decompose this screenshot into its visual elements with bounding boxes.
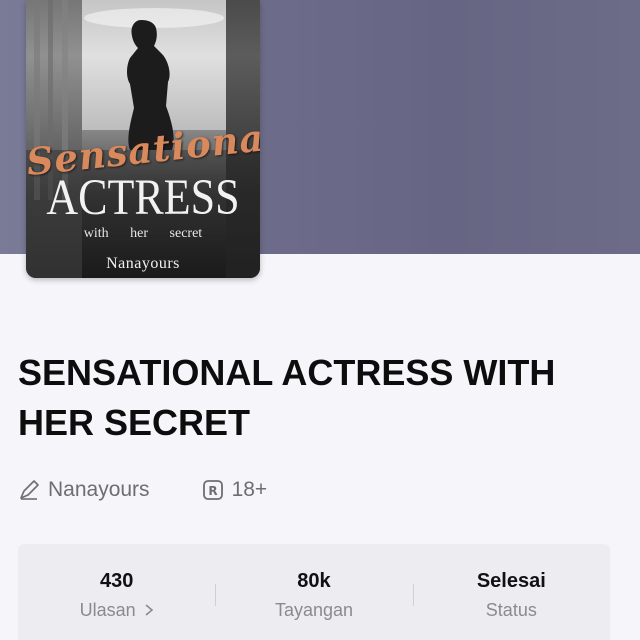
book-meta: Nanayours R 18+ — [18, 476, 267, 504]
reviews-label: Ulasan — [80, 598, 154, 622]
stat-reviews[interactable]: 430 Ulasan — [18, 544, 215, 640]
reviews-label-text: Ulasan — [79, 600, 136, 620]
cover-author: Nanayours — [106, 255, 180, 272]
svg-text:R: R — [208, 484, 217, 498]
book-title: SENSATIONAL ACTRESS WITH HER SECRET — [18, 352, 556, 443]
age-rating: R 18+ — [202, 478, 268, 502]
reviews-count: 430 — [99, 570, 134, 592]
age-rating-label: 18+ — [231, 478, 268, 501]
cover-subtitle: with her secret — [83, 226, 203, 241]
stats-panel: 430 Ulasan 80k Tayangan Selesai Status — [18, 544, 610, 640]
pen-icon — [20, 480, 39, 500]
r-badge-icon: R — [202, 480, 223, 500]
views-label: Tayangan — [274, 600, 354, 620]
views-count: 80k — [297, 570, 331, 592]
cover-main-title: ACTRESS — [46, 169, 240, 226]
chevron-right-icon — [145, 604, 153, 616]
book-cover[interactable]: Sensational ACTRESS with her secret Nana… — [26, 0, 260, 278]
author-link[interactable]: Nanayours — [18, 478, 150, 502]
stat-views: 80k Tayangan — [215, 544, 412, 640]
stat-status: Selesai Status — [412, 544, 610, 640]
status-label: Status — [485, 600, 537, 620]
author-name: Nanayours — [48, 478, 150, 501]
status-value: Selesai — [476, 570, 546, 592]
